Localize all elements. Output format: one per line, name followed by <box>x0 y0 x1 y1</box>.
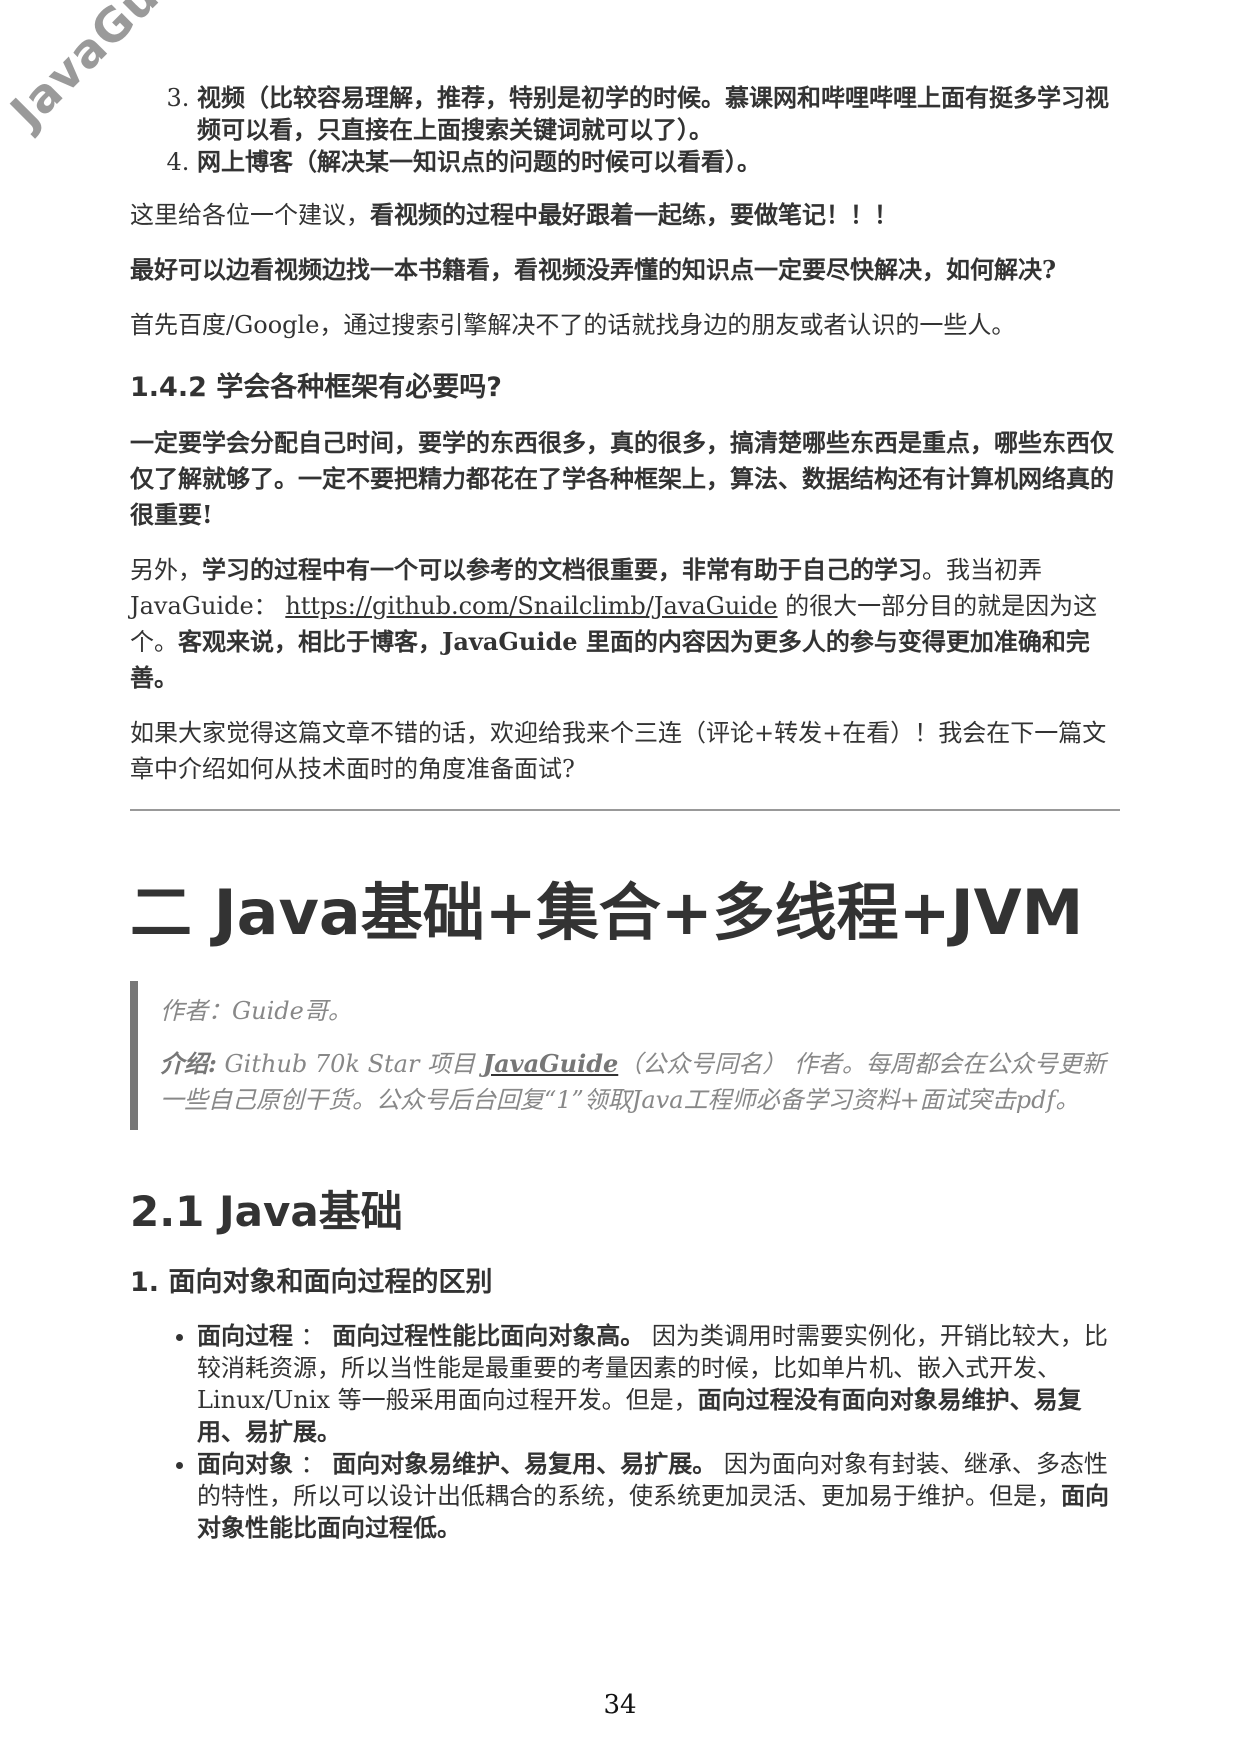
paragraph: 另外，学习的过程中有一个可以参考的文档很重要，非常有助于自己的学习。我当初弄 J… <box>130 555 1098 692</box>
paragraph: 首先百度/Google，通过搜索引擎解决不了的话就找身边的朋友或者认识的一些人。 <box>130 311 1016 339</box>
list-item: 面向过程 ： 面向过程性能比面向对象高。 因为类调用时需要实例化，开销比较大，比… <box>197 1320 1120 1448</box>
chapter-title: 二 Java基础+集合+多线程+JVM <box>130 876 1084 949</box>
github-link[interactable]: https://github.com/Snailclimb/JavaGuide <box>285 592 777 620</box>
list-item: 面向对象 ： 面向对象易维护、易复用、易扩展。 因为面向对象有封装、继承、多态性… <box>197 1448 1120 1544</box>
paragraph: 最好可以边看视频边找一本书籍看，看视频没弄懂的知识点一定要尽快解决，如何解决? <box>130 255 1057 284</box>
comparison-list: 面向过程 ： 面向过程性能比面向对象高。 因为类调用时需要实例化，开销比较大，比… <box>130 1320 1120 1544</box>
javaguide-link[interactable]: JavaGuide <box>483 1049 619 1078</box>
paragraph: 一定要学会分配自己时间，要学的东西很多，真的很多，搞清楚哪些东西是重点，哪些东西… <box>130 428 1114 529</box>
section-heading: 1.4.2 学会各种框架有必要吗? <box>130 372 502 403</box>
subsection-heading: 1. 面向对象和面向过程的区别 <box>130 1267 493 1298</box>
quote-intro: 介绍: Github 70k Star 项目 JavaGuide（公众号同名） … <box>160 1049 1106 1114</box>
resource-list: 视频（比较容易理解，推荐，特别是初学的时候。慕课网和哔哩哔哩上面有挺多学习视频可… <box>130 82 1120 178</box>
quote-author: 作者：Guide哥。 <box>160 997 352 1025</box>
list-item: 网上博客（解决某一知识点的问题的时候可以看看）。 <box>197 146 1120 178</box>
divider <box>130 809 1120 811</box>
section-title: 2.1 Java基础 <box>130 1187 403 1236</box>
paragraph: 这里给各位一个建议，看视频的过程中最好跟着一起练，要做笔记！！！ <box>130 200 898 229</box>
page-content: 视频（比较容易理解，推荐，特别是初学的时候。慕课网和哔哩哔哩上面有挺多学习视频可… <box>130 82 1120 1563</box>
list-item: 视频（比较容易理解，推荐，特别是初学的时候。慕课网和哔哩哔哩上面有挺多学习视频可… <box>197 82 1120 146</box>
page-number: 34 <box>603 1690 637 1720</box>
paragraph: 如果大家觉得这篇文章不错的话，欢迎给我来个三连（评论+转发+在看）！我会在下一篇… <box>130 719 1107 783</box>
author-quote: 作者：Guide哥。 介绍: Github 70k Star 项目 JavaGu… <box>130 981 1120 1130</box>
